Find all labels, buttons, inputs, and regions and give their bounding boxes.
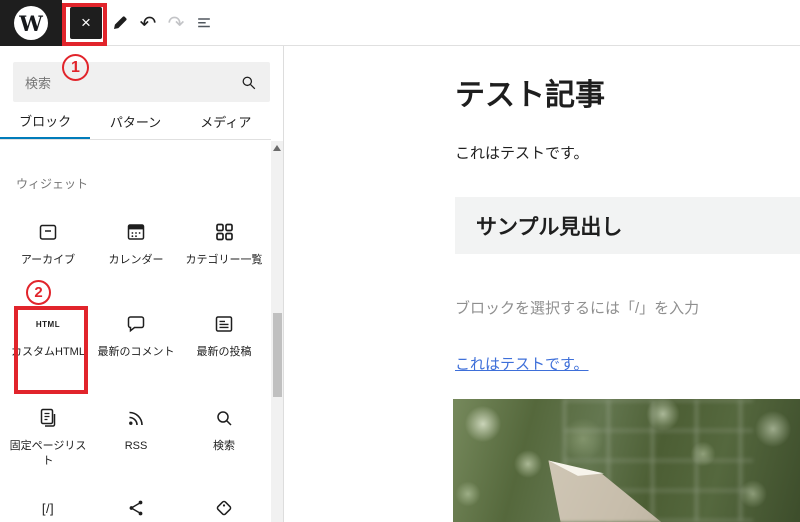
- annotation-box-custom-html: [14, 306, 88, 394]
- scrollbar-thumb[interactable]: [273, 313, 282, 397]
- tab-patterns[interactable]: パターン: [90, 104, 180, 139]
- block-item-social-share[interactable]: [92, 486, 180, 522]
- block-item-label: 固定ページリスト: [8, 439, 88, 469]
- block-item-shortcode[interactable]: [/]: [4, 486, 92, 522]
- undo-icon: ↶: [140, 11, 157, 36]
- tab-blocks[interactable]: ブロック: [0, 104, 90, 139]
- block-search-input[interactable]: 検索: [13, 62, 270, 102]
- editor-canvas: テスト記事 これはテストです。 サンプル見出し ブロックを選択するには「/」を入…: [285, 46, 800, 522]
- block-item-page-list[interactable]: 固定ページリスト: [4, 396, 92, 486]
- block-item-label: 最新のコメント: [96, 345, 176, 360]
- annotation-step-1: 1: [62, 54, 89, 81]
- search-block-icon: [212, 406, 236, 430]
- scrollbar-up-arrow-icon[interactable]: [273, 145, 281, 151]
- block-item-categories[interactable]: カテゴリー一覧: [180, 210, 268, 302]
- inserter-tabs: ブロック パターン メディア: [0, 104, 271, 140]
- heading-block[interactable]: サンプル見出し: [455, 197, 800, 254]
- block-item-label: カレンダー: [96, 253, 176, 268]
- editor-toolbar: W × ↶ ↷: [0, 0, 800, 46]
- widgets-section-label: ウィジェット: [16, 175, 88, 192]
- block-item-label: 検索: [184, 439, 264, 454]
- block-item-calendar[interactable]: カレンダー: [92, 210, 180, 302]
- tag-icon: [212, 496, 236, 520]
- annotation-step-2: 2: [26, 280, 51, 305]
- sidebar-scrollbar[interactable]: [271, 141, 283, 522]
- content-image[interactable]: [453, 399, 800, 522]
- wordpress-logo-icon: W: [14, 6, 48, 40]
- block-item-latest-posts[interactable]: 最新の投稿: [180, 302, 268, 396]
- block-item-rss[interactable]: RSS: [92, 396, 180, 486]
- shortcode-icon: [/]: [36, 496, 60, 520]
- block-item-label: 最新の投稿: [184, 345, 264, 360]
- search-icon: [239, 73, 258, 92]
- heading-text: サンプル見出し: [476, 211, 622, 241]
- block-item-tag[interactable]: [180, 486, 268, 522]
- share-icon: [124, 496, 148, 520]
- archive-icon: [36, 220, 60, 244]
- block-item-latest-comments[interactable]: 最新のコメント: [92, 302, 180, 396]
- tab-media[interactable]: メディア: [181, 104, 271, 139]
- redo-icon: ↷: [168, 11, 185, 36]
- block-item-label: アーカイブ: [8, 253, 88, 268]
- post-title[interactable]: テスト記事: [455, 70, 605, 114]
- paragraph-block[interactable]: これはテストです。: [455, 142, 589, 163]
- categories-icon: [212, 220, 236, 244]
- pencil-icon: [111, 14, 129, 32]
- wordpress-menu-button[interactable]: W: [0, 0, 62, 46]
- comment-icon: [124, 312, 148, 336]
- annotation-box-close-button: [62, 3, 107, 46]
- block-item-search[interactable]: 検索: [180, 396, 268, 486]
- rss-icon: [124, 406, 148, 430]
- list-view-button[interactable]: [188, 7, 220, 39]
- block-item-label: RSS: [96, 439, 176, 454]
- list-view-icon: [194, 13, 214, 33]
- test-link[interactable]: これはテストです。: [455, 353, 589, 374]
- post-list-icon: [212, 312, 236, 336]
- empty-block-placeholder[interactable]: ブロックを選択するには「/」を入力: [455, 297, 699, 318]
- calendar-icon: [124, 220, 148, 244]
- search-placeholder: 検索: [25, 73, 239, 92]
- pages-icon: [36, 406, 60, 430]
- wordpress-block-editor: W × ↶ ↷ 検索: [0, 0, 800, 522]
- block-item-label: カテゴリー一覧: [184, 253, 264, 268]
